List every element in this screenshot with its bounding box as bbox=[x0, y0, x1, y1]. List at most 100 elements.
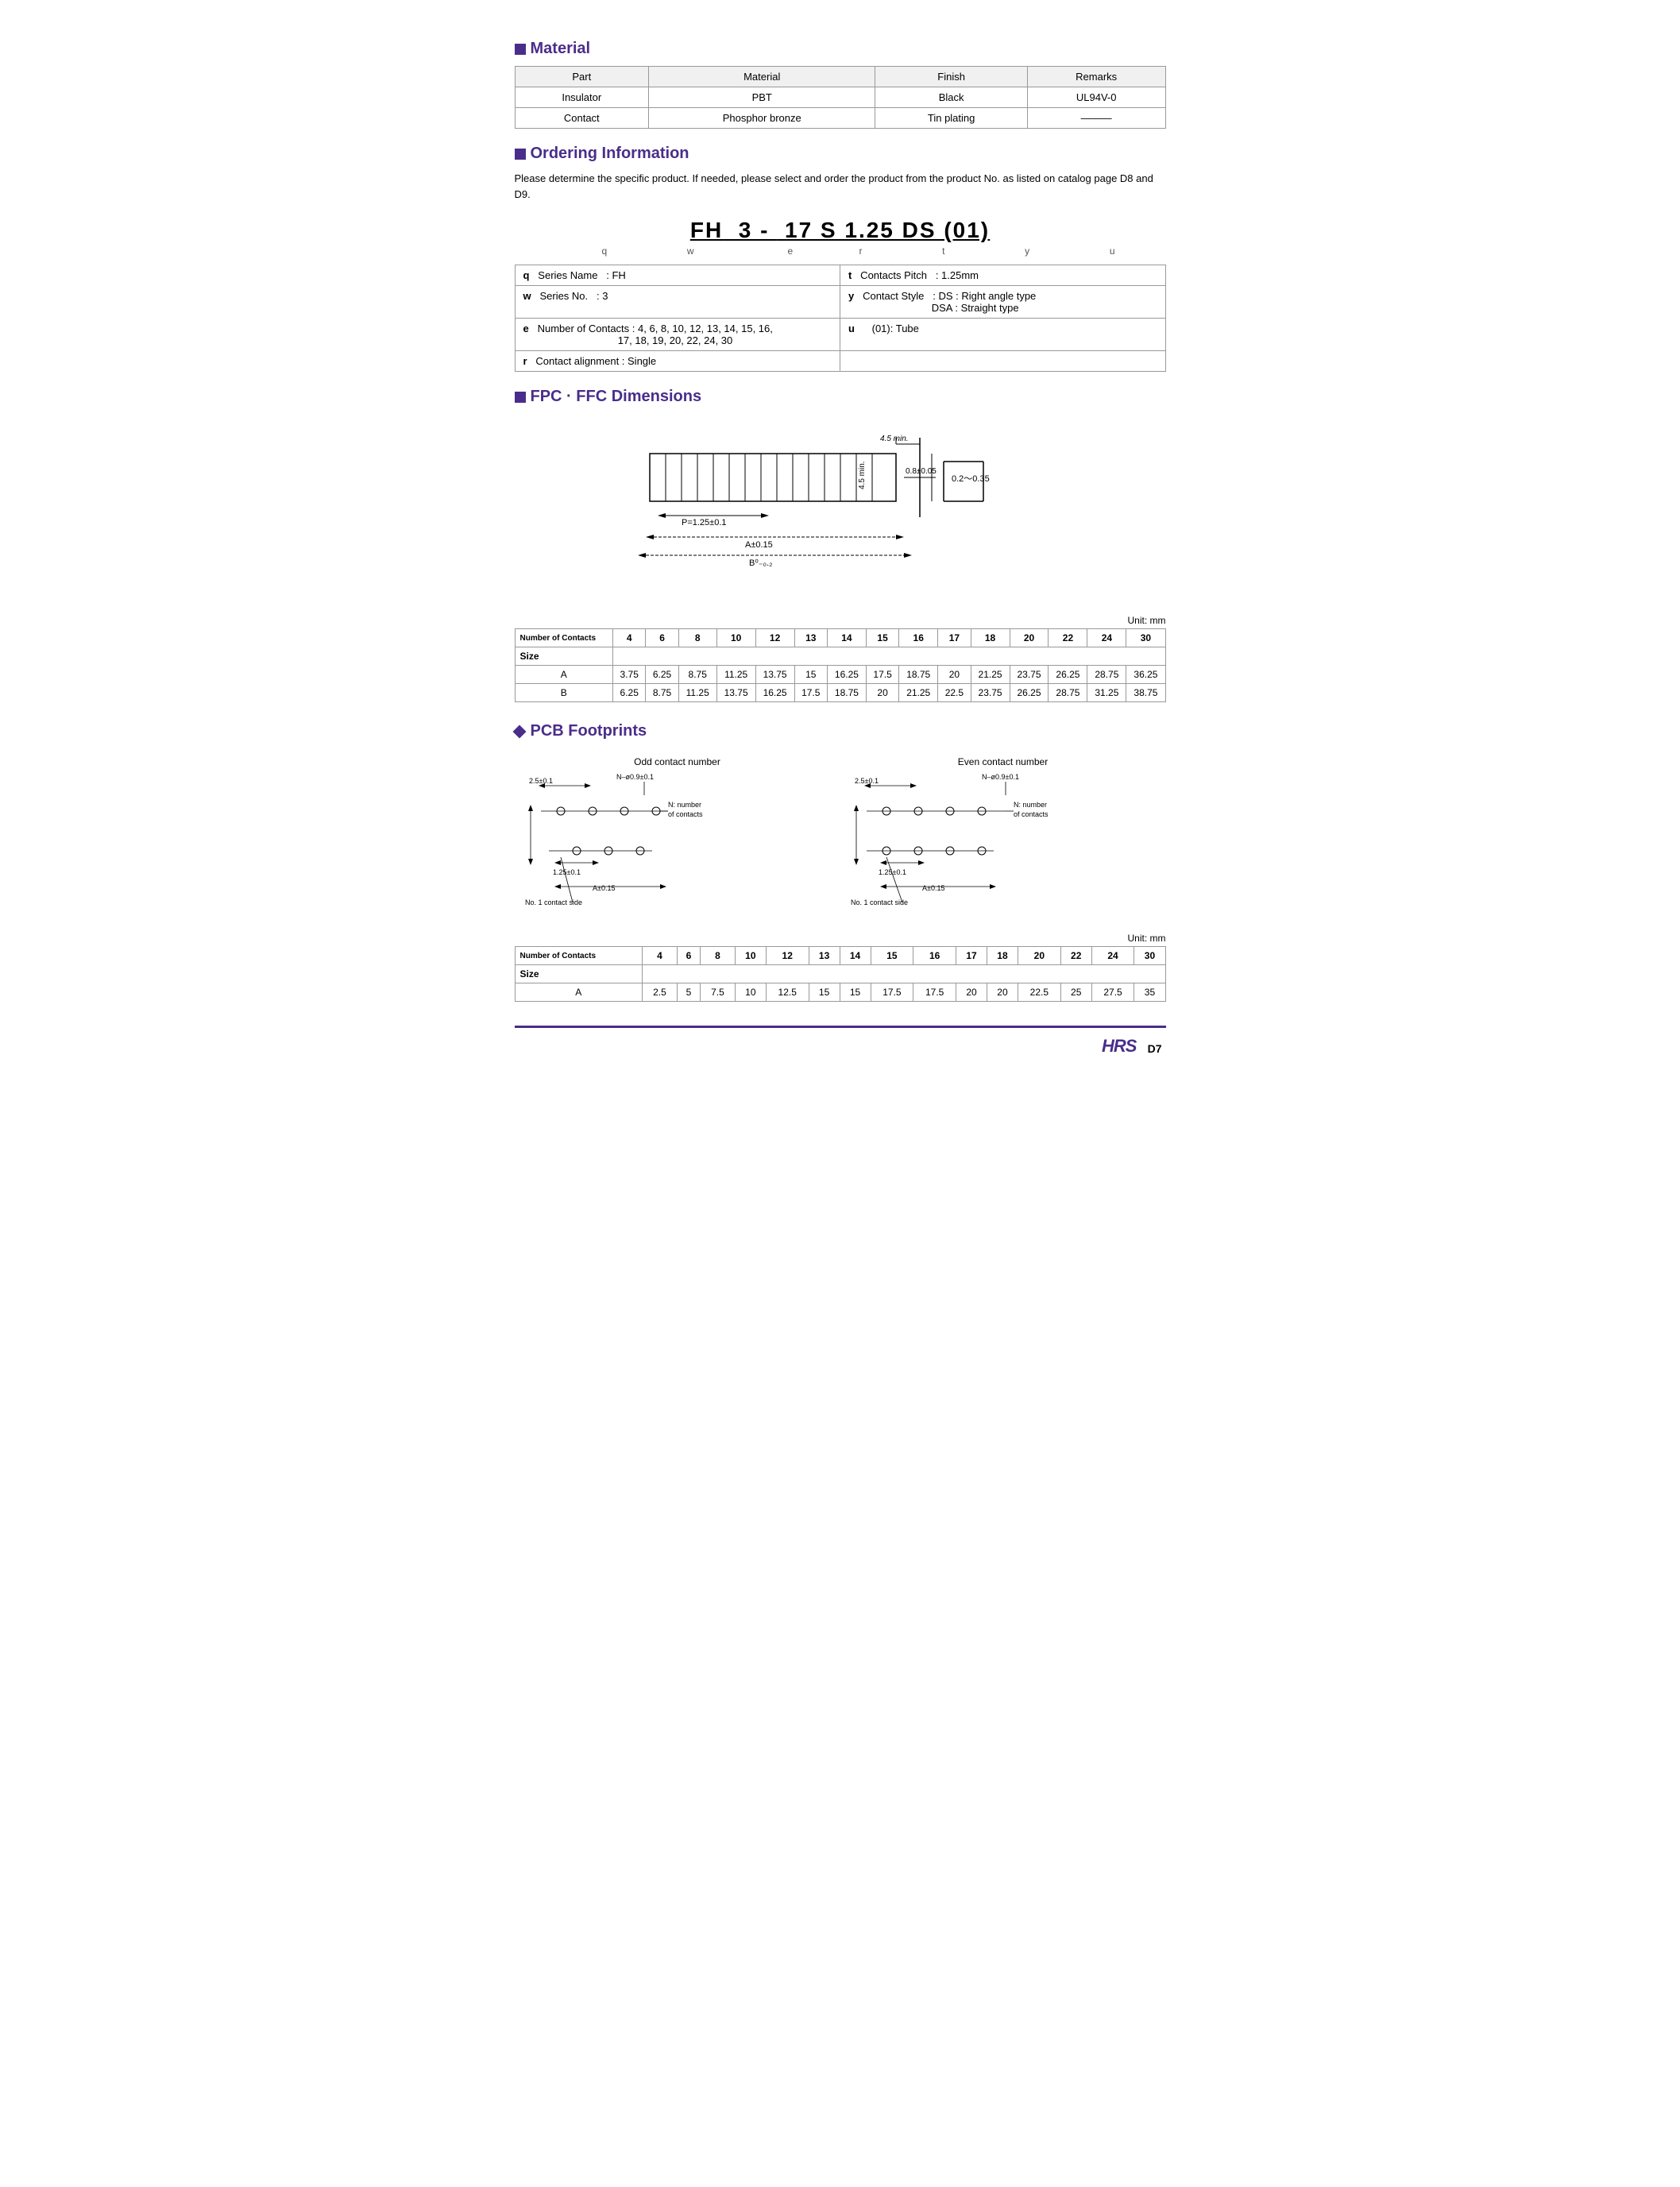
svg-text:B⁰₋₀.₂: B⁰₋₀.₂ bbox=[749, 558, 772, 568]
pcb-col-24: 24 bbox=[1091, 947, 1134, 965]
pcb-a-16: 17.5 bbox=[913, 983, 956, 1002]
fpc-row-a-label: A bbox=[515, 666, 613, 684]
pcb-col-20: 20 bbox=[1018, 947, 1060, 965]
pcb-table-header: Number of Contacts bbox=[515, 947, 643, 965]
pcb-a-30: 35 bbox=[1134, 983, 1165, 1002]
table-row: A 2.5 5 7.5 10 12.5 15 15 17.5 17.5 20 2… bbox=[515, 983, 1165, 1002]
svg-text:N: number: N: number bbox=[1014, 801, 1047, 809]
pcb-odd-title: Odd contact number bbox=[521, 756, 834, 767]
pcb-a-13: 15 bbox=[809, 983, 840, 1002]
svg-text:No. 1 contact side: No. 1 contact side bbox=[851, 898, 908, 906]
pcb-a-8: 7.5 bbox=[700, 983, 735, 1002]
pcb-col-18: 18 bbox=[987, 947, 1018, 965]
pcb-a-6: 5 bbox=[677, 983, 700, 1002]
pcb-a-22: 25 bbox=[1060, 983, 1091, 1002]
fpc-a-16: 18.75 bbox=[899, 666, 938, 684]
fpc-b-18: 23.75 bbox=[971, 684, 1010, 702]
svg-text:of contacts: of contacts bbox=[1014, 810, 1049, 818]
pcb-even-title: Even contact number bbox=[847, 756, 1160, 767]
fpc-size-label: Size bbox=[515, 647, 613, 666]
svg-text:N–ø0.9±0.1: N–ø0.9±0.1 bbox=[982, 773, 1019, 781]
fpc-a-30: 36.25 bbox=[1126, 666, 1165, 684]
fpc-col-18: 18 bbox=[971, 629, 1010, 647]
fpc-diagram: 4.5 min. 4.5 min. P=1.25±0.1 A±0.15 B⁰₋₀… bbox=[515, 422, 1166, 599]
pcb-odd-svg: 2.5±0.1 N–ø0.9±0.1 2.5±0.1 N: number o bbox=[521, 771, 743, 914]
mat-row1-remarks: UL94V-0 bbox=[1027, 87, 1165, 108]
material-table: Part Material Finish Remarks Insulator P… bbox=[515, 66, 1166, 129]
fpc-a-4: 3.75 bbox=[613, 666, 646, 684]
svg-text:HRS: HRS bbox=[1102, 1036, 1137, 1056]
table-row: B 6.25 8.75 11.25 13.75 16.25 17.5 18.75… bbox=[515, 684, 1165, 702]
fpc-a-12: 13.75 bbox=[755, 666, 794, 684]
fpc-b-30: 38.75 bbox=[1126, 684, 1165, 702]
fpc-b-6: 8.75 bbox=[646, 684, 678, 702]
svg-text:1.25±0.1: 1.25±0.1 bbox=[553, 868, 581, 876]
pcb-icon-diamond bbox=[512, 724, 526, 738]
part-number-display: FH 3 - 17 S 1.25 DS (01) q w e r t y u bbox=[515, 218, 1166, 257]
fpc-title: FPC · FFC Dimensions bbox=[531, 388, 702, 406]
part-number-text: FH 3 - 17 S 1.25 DS (01) bbox=[515, 218, 1166, 243]
mat-col-finish: Finish bbox=[875, 67, 1027, 87]
pcb-col-14: 14 bbox=[840, 947, 871, 965]
mat-row2-material: Phosphor bronze bbox=[649, 108, 875, 129]
svg-text:4.5 min.: 4.5 min. bbox=[858, 461, 867, 489]
pcb-col-12: 12 bbox=[766, 947, 809, 965]
pcb-col-8: 8 bbox=[700, 947, 735, 965]
part-number-letters: q w e r t y u bbox=[562, 245, 1166, 257]
pcb-col-4: 4 bbox=[643, 947, 678, 965]
fpc-col-15: 15 bbox=[866, 629, 898, 647]
fpc-size-spacer bbox=[613, 647, 1165, 666]
order-row4-left: r Contact alignment : Single bbox=[515, 351, 840, 372]
mat-row1-material: PBT bbox=[649, 87, 875, 108]
mat-row2-finish: Tin plating bbox=[875, 108, 1027, 129]
svg-text:N–ø0.9±0.1: N–ø0.9±0.1 bbox=[616, 773, 654, 781]
svg-text:A±0.15: A±0.15 bbox=[745, 540, 773, 550]
fpc-a-10: 11.25 bbox=[716, 666, 755, 684]
mat-row2-part: Contact bbox=[515, 108, 649, 129]
mat-row2-remarks: ——— bbox=[1027, 108, 1165, 129]
fpc-col-17: 17 bbox=[938, 629, 971, 647]
fpc-a-13: 15 bbox=[794, 666, 827, 684]
pcb-a-12: 12.5 bbox=[766, 983, 809, 1002]
ordering-section-header: Ordering Information bbox=[515, 145, 1166, 163]
fpc-col-14: 14 bbox=[827, 629, 866, 647]
order-row4-right bbox=[840, 351, 1166, 372]
fpc-table-header: Number of Contacts bbox=[515, 629, 613, 647]
fpc-a-6: 6.25 bbox=[646, 666, 678, 684]
pcb-row-a-label: A bbox=[515, 983, 643, 1002]
page-footer: HRS D7 bbox=[515, 1026, 1166, 1063]
fpc-col-24: 24 bbox=[1087, 629, 1126, 647]
table-row: w Series No. : 3 y Contact Style : DS : … bbox=[515, 286, 1165, 319]
fpc-row-b-label: B bbox=[515, 684, 613, 702]
ordering-title: Ordering Information bbox=[531, 145, 689, 163]
pcb-col-16: 16 bbox=[913, 947, 956, 965]
fpc-a-18: 21.25 bbox=[971, 666, 1010, 684]
order-row3-right: u (01): Tube bbox=[840, 319, 1166, 351]
pcb-a-17: 20 bbox=[956, 983, 987, 1002]
fpc-col-6: 6 bbox=[646, 629, 678, 647]
mat-col-remarks: Remarks bbox=[1027, 67, 1165, 87]
fpc-b-17: 22.5 bbox=[938, 684, 971, 702]
svg-text:0.8±0.05: 0.8±0.05 bbox=[906, 467, 937, 476]
svg-text:No. 1 contact side: No. 1 contact side bbox=[525, 898, 582, 906]
material-title: Material bbox=[531, 40, 591, 58]
fpc-a-22: 26.25 bbox=[1049, 666, 1087, 684]
ordering-description: Please determine the specific product. I… bbox=[515, 171, 1166, 202]
pcb-unit: Unit: mm bbox=[515, 933, 1166, 944]
pcb-col-13: 13 bbox=[809, 947, 840, 965]
fpc-b-8: 11.25 bbox=[678, 684, 716, 702]
pcb-a-18: 20 bbox=[987, 983, 1018, 1002]
fpc-section-header: FPC · FFC Dimensions bbox=[515, 388, 1166, 406]
pcb-col-22: 22 bbox=[1060, 947, 1091, 965]
pcb-size-spacer bbox=[643, 965, 1166, 983]
fpc-b-22: 28.75 bbox=[1049, 684, 1087, 702]
svg-text:A±0.15: A±0.15 bbox=[593, 884, 615, 892]
pcb-a-20: 22.5 bbox=[1018, 983, 1060, 1002]
fpc-col-4: 4 bbox=[613, 629, 646, 647]
fpc-col-30: 30 bbox=[1126, 629, 1165, 647]
fpc-b-14: 18.75 bbox=[827, 684, 866, 702]
fpc-data-table: Number of Contacts 4 6 8 10 12 13 14 15 … bbox=[515, 628, 1166, 702]
fpc-b-4: 6.25 bbox=[613, 684, 646, 702]
pcb-diagrams-container: Odd contact number 2.5±0.1 N–ø0.9±0.1 2.… bbox=[515, 756, 1166, 917]
fpc-a-20: 23.75 bbox=[1010, 666, 1049, 684]
